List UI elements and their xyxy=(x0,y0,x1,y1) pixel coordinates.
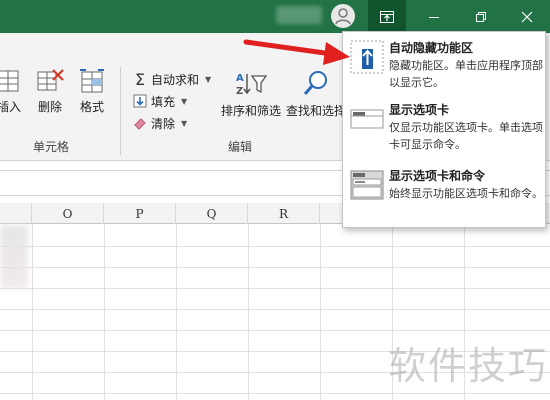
menu-item-show-tabs[interactable]: 显示选项卡 仅显示功能区选项卡。单击选项卡可显示命令。 xyxy=(347,98,543,158)
group-separator xyxy=(120,67,121,155)
fill-down-icon xyxy=(133,94,147,108)
delete-cells-button[interactable]: 删除 xyxy=(36,68,64,115)
svg-text:Z: Z xyxy=(236,86,243,97)
editing-group-label: 编辑 xyxy=(228,140,253,154)
show-tabs-icon xyxy=(350,102,384,136)
menu-item-title: 显示选项卡 xyxy=(389,103,450,117)
red-annotation-arrow xyxy=(243,39,350,65)
fill-button[interactable]: 填充 ▼ xyxy=(133,91,187,111)
sigma-icon: Σ xyxy=(134,69,146,89)
gridline xyxy=(104,224,105,400)
clear-label: 清除 xyxy=(151,116,176,131)
find-select-label: 查找和选择 xyxy=(286,104,347,118)
insert-cells-icon xyxy=(0,70,19,92)
account-avatar[interactable] xyxy=(331,4,355,28)
insert-cells-label: 插入 xyxy=(0,100,21,114)
minimize-button[interactable] xyxy=(411,0,457,33)
close-icon xyxy=(521,11,533,22)
magnifier-icon xyxy=(303,71,327,95)
autosum-button[interactable]: Σ 自动求和 ▼ xyxy=(133,69,211,89)
sort-filter-label: 排序和筛选 xyxy=(221,104,282,118)
eraser-icon xyxy=(134,118,146,130)
menu-item-title: 自动隐藏功能区 xyxy=(389,41,474,55)
account-name-blurred xyxy=(276,6,322,24)
close-button[interactable] xyxy=(504,0,550,33)
gridline xyxy=(248,224,249,400)
clear-dropdown-icon: ▼ xyxy=(181,118,188,128)
menu-item-auto-hide-ribbon[interactable]: 自动隐藏功能区 隐藏功能区。单击应用程序顶部以显示它。 xyxy=(347,36,543,92)
gridline xyxy=(0,330,550,331)
watermark-text: 软件技巧 xyxy=(388,344,549,388)
column-header-p[interactable]: P xyxy=(104,203,176,224)
restore-icon xyxy=(476,11,486,22)
gridline xyxy=(0,288,550,289)
menu-item-title: 显示选项卡和命令 xyxy=(389,169,486,183)
gridline xyxy=(0,309,550,310)
delete-cells-icon xyxy=(37,69,64,91)
gridline xyxy=(0,246,550,247)
clear-button[interactable]: 清除 ▼ xyxy=(133,113,187,133)
ribbon-display-options-menu: 自动隐藏功能区 隐藏功能区。单击应用程序顶部以显示它。 显示选项卡 仅显示功能区… xyxy=(342,31,546,228)
format-cells-icon xyxy=(80,69,104,93)
menu-item-show-tabs-and-commands[interactable]: 显示选项卡和命令 始终显示功能区选项卡和命令。 xyxy=(347,164,543,224)
sort-filter-button[interactable]: A Z 排序和筛选 xyxy=(221,70,281,119)
gridline xyxy=(0,267,550,268)
insert-cells-button[interactable]: 插入 xyxy=(0,68,22,115)
menu-item-description: 隐藏功能区。单击应用程序顶部以显示它。 xyxy=(389,59,543,89)
restore-button[interactable] xyxy=(458,0,504,33)
show-tabs-commands-icon xyxy=(350,168,384,202)
menu-item-description: 始终显示功能区选项卡和命令。 xyxy=(389,187,543,200)
find-select-button[interactable]: 查找和选择 xyxy=(286,70,346,119)
gridline xyxy=(32,224,33,400)
gridline xyxy=(0,393,550,394)
ribbon-display-icon xyxy=(380,10,394,23)
sort-filter-icon: A Z xyxy=(236,73,268,97)
user-icon xyxy=(335,8,351,25)
ribbon-display-options-button[interactable] xyxy=(368,0,406,33)
format-cells-button[interactable]: 格式 xyxy=(78,68,106,115)
minimize-icon xyxy=(429,16,439,18)
column-header-o[interactable]: O xyxy=(32,203,104,224)
format-cells-label: 格式 xyxy=(79,100,104,114)
column-header-blank[interactable] xyxy=(0,203,32,224)
autosum-dropdown-icon: ▼ xyxy=(205,74,212,84)
column-header-r[interactable]: R xyxy=(248,203,320,224)
column-header-q[interactable]: Q xyxy=(176,203,248,224)
autosum-label: 自动求和 xyxy=(151,72,200,87)
fill-label: 填充 xyxy=(151,94,176,109)
auto-hide-arrow-icon xyxy=(350,40,384,74)
cells-group-label: 单元格 xyxy=(33,140,70,154)
menu-item-description: 仅显示功能区选项卡。单击选项卡可显示命令。 xyxy=(389,121,543,151)
delete-cells-label: 删除 xyxy=(37,100,62,114)
fill-dropdown-icon: ▼ xyxy=(181,96,188,106)
title-bar xyxy=(0,0,550,33)
blurred-row-content xyxy=(0,225,28,289)
gridline xyxy=(176,224,177,400)
gridline xyxy=(320,224,321,400)
svg-text:A: A xyxy=(236,73,244,84)
